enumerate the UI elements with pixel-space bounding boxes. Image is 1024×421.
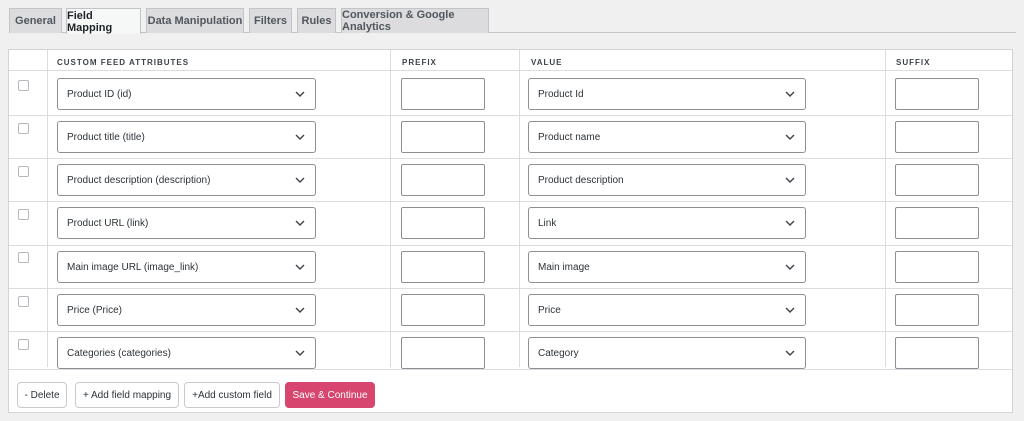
row-checkbox[interactable]: [18, 123, 29, 134]
attribute-select[interactable]: Product description (description): [57, 164, 316, 196]
prefix-input[interactable]: [401, 121, 485, 153]
suffix-input[interactable]: [895, 207, 979, 239]
attribute-select[interactable]: Categories (categories): [57, 337, 316, 369]
attribute-select-value: Product description (description): [67, 174, 211, 186]
suffix-input[interactable]: [895, 121, 979, 153]
row-divider: [9, 369, 1012, 370]
value-select[interactable]: Link: [528, 207, 806, 239]
prefix-input[interactable]: [401, 164, 485, 196]
row-divider: [9, 158, 1012, 159]
column-divider: [47, 50, 48, 367]
attribute-select-value: Product URL (link): [67, 217, 149, 229]
row-checkbox[interactable]: [18, 80, 29, 91]
chevron-down-icon: [295, 134, 305, 140]
value-select-value: Product description: [538, 174, 624, 186]
attribute-select[interactable]: Price (Price): [57, 294, 316, 326]
chevron-down-icon: [295, 220, 305, 226]
add-field-mapping-button[interactable]: + Add field mapping: [75, 382, 179, 408]
attribute-select[interactable]: Main image URL (image_link): [57, 251, 316, 283]
row-divider: [9, 201, 1012, 202]
attribute-select-value: Categories (categories): [67, 347, 171, 359]
tab-bar: General Field Mapping Data Manipulation …: [9, 8, 1016, 34]
value-select-value: Price: [538, 304, 561, 316]
suffix-input[interactable]: [895, 294, 979, 326]
row-checkbox[interactable]: [18, 166, 29, 177]
row-divider: [9, 288, 1012, 289]
header-custom-feed-attributes: CUSTOM FEED ATTRIBUTES: [57, 58, 190, 67]
add-custom-field-button[interactable]: +Add custom field: [184, 382, 280, 408]
chevron-down-icon: [785, 307, 795, 313]
row-divider: [9, 70, 1012, 71]
prefix-input[interactable]: [401, 251, 485, 283]
attribute-select-value: Product ID (id): [67, 88, 132, 100]
prefix-input[interactable]: [401, 294, 485, 326]
delete-button[interactable]: - Delete: [17, 382, 67, 408]
column-divider: [519, 50, 520, 367]
chevron-down-icon: [785, 220, 795, 226]
chevron-down-icon: [785, 91, 795, 97]
row-checkbox[interactable]: [18, 339, 29, 350]
suffix-input[interactable]: [895, 337, 979, 369]
attribute-select-value: Main image URL (image_link): [67, 261, 199, 273]
tab-general[interactable]: General: [9, 8, 62, 33]
attribute-select[interactable]: Product title (title): [57, 121, 316, 153]
tab-data-manipulation[interactable]: Data Manipulation: [146, 8, 244, 33]
header-suffix: SUFFIX: [896, 58, 931, 67]
save-continue-button[interactable]: Save & Continue: [285, 382, 375, 408]
attribute-select[interactable]: Product ID (id): [57, 78, 316, 110]
value-select[interactable]: Product Id: [528, 78, 806, 110]
column-divider: [885, 50, 886, 367]
chevron-down-icon: [295, 350, 305, 356]
row-divider: [9, 245, 1012, 246]
row-divider: [9, 115, 1012, 116]
row-checkbox[interactable]: [18, 296, 29, 307]
value-select[interactable]: Product description: [528, 164, 806, 196]
value-select-value: Product name: [538, 131, 601, 143]
value-select-value: Category: [538, 347, 579, 359]
chevron-down-icon: [295, 91, 305, 97]
chevron-down-icon: [295, 177, 305, 183]
value-select-value: Main image: [538, 261, 590, 273]
tab-field-mapping[interactable]: Field Mapping: [66, 8, 141, 34]
suffix-input[interactable]: [895, 164, 979, 196]
row-checkbox[interactable]: [18, 209, 29, 220]
value-select-value: Link: [538, 217, 557, 229]
attribute-select[interactable]: Product URL (link): [57, 207, 316, 239]
value-select[interactable]: Price: [528, 294, 806, 326]
suffix-input[interactable]: [895, 78, 979, 110]
chevron-down-icon: [785, 350, 795, 356]
chevron-down-icon: [785, 177, 795, 183]
chevron-down-icon: [295, 307, 305, 313]
chevron-down-icon: [295, 264, 305, 270]
prefix-input[interactable]: [401, 337, 485, 369]
value-select[interactable]: Product name: [528, 121, 806, 153]
value-select[interactable]: Main image: [528, 251, 806, 283]
attribute-select-value: Product title (title): [67, 131, 145, 143]
column-divider: [390, 50, 391, 367]
header-value: VALUE: [531, 58, 563, 67]
tab-conversion-google-analytics[interactable]: Conversion & Google Analytics: [341, 8, 489, 33]
value-select-value: Product Id: [538, 88, 584, 100]
chevron-down-icon: [785, 134, 795, 140]
chevron-down-icon: [785, 264, 795, 270]
field-mapping-panel: CUSTOM FEED ATTRIBUTES PREFIX VALUE SUFF…: [8, 49, 1013, 413]
header-prefix: PREFIX: [402, 58, 437, 67]
tab-rules[interactable]: Rules: [297, 8, 336, 33]
row-divider: [9, 331, 1012, 332]
row-checkbox[interactable]: [18, 252, 29, 263]
attribute-select-value: Price (Price): [67, 304, 123, 316]
value-select[interactable]: Category: [528, 337, 806, 369]
prefix-input[interactable]: [401, 78, 485, 110]
tab-filters[interactable]: Filters: [249, 8, 292, 33]
prefix-input[interactable]: [401, 207, 485, 239]
suffix-input[interactable]: [895, 251, 979, 283]
